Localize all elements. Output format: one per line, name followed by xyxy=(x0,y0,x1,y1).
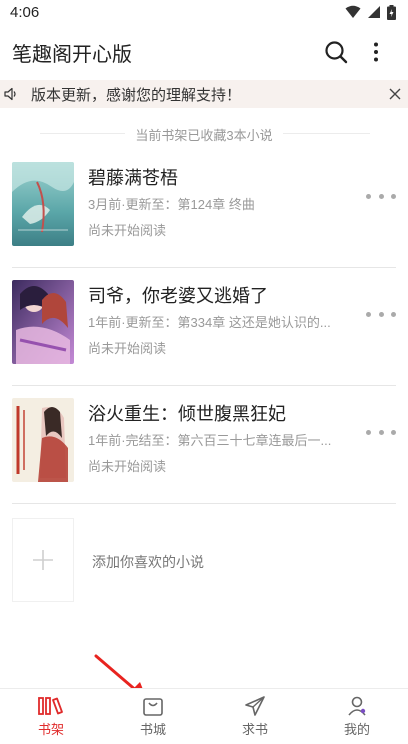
book-more-button[interactable] xyxy=(366,306,396,322)
book-more-button[interactable] xyxy=(366,188,396,204)
book-item[interactable]: 碧藤满苍梧 3月前·更新至：第124章 终曲 尚未开始阅读 xyxy=(12,150,396,268)
notice-close-button[interactable] xyxy=(382,80,408,108)
notice-marquee: 版本更新，感谢您的理解支持！ xyxy=(21,80,382,108)
shelf-summary: 当前书架已收藏3本小说 xyxy=(0,120,408,148)
app-bar: 笔趣阁开心版 xyxy=(0,24,408,80)
book-item[interactable]: 浴火重生：倾世腹黑狂妃 1年前·完结至：第六百三十七章连最后一... 尚未开始阅… xyxy=(12,386,396,504)
add-book-label: 添加你喜欢的小说 xyxy=(92,554,204,570)
book-read-status: 尚未开始阅读 xyxy=(88,459,167,474)
tab-label: 书架 xyxy=(37,721,64,737)
book-title: 碧藤满苍梧 xyxy=(88,168,178,188)
bottom-tab-bar: 书架 书城 求书 我的 xyxy=(0,688,408,744)
status-bar: 4:06 xyxy=(0,0,408,24)
book-update-info: 3月前·更新至：第124章 终曲 xyxy=(88,197,255,212)
tab-label: 书城 xyxy=(139,721,166,737)
search-icon xyxy=(325,41,348,64)
send-icon xyxy=(245,695,265,716)
book-more-button[interactable] xyxy=(366,424,396,440)
search-button[interactable] xyxy=(316,32,356,72)
user-icon xyxy=(348,696,366,716)
signal-icon xyxy=(368,6,380,18)
tab-bookstore[interactable]: 书城 xyxy=(102,689,204,744)
bag-icon xyxy=(143,697,163,716)
book-title: 浴火重生：倾世腹黑狂妃 xyxy=(88,404,286,424)
book-cover xyxy=(12,162,74,246)
status-icons xyxy=(345,4,396,20)
close-icon xyxy=(389,88,401,100)
book-cover xyxy=(12,280,74,364)
book-update-info: 1年前·完结至：第六百三十七章连最后一... xyxy=(88,433,332,448)
battery-icon xyxy=(387,4,396,20)
book-cover xyxy=(12,398,74,482)
app-title: 笔趣阁开心版 xyxy=(12,43,132,66)
book-item[interactable]: 司爷，你老婆又逃婚了 1年前·更新至：第334章 这还是她认识的... 尚未开始… xyxy=(12,268,396,386)
speaker-icon xyxy=(1,80,21,108)
tab-label: 我的 xyxy=(343,721,370,737)
tab-label: 求书 xyxy=(241,721,268,737)
book-read-status: 尚未开始阅读 xyxy=(88,341,167,356)
add-book-slot[interactable] xyxy=(12,518,74,602)
more-vertical-icon xyxy=(374,42,378,62)
plus-icon xyxy=(33,550,53,570)
notice-banner: 版本更新，感谢您的理解支持！ xyxy=(0,80,408,108)
notice-text: 版本更新，感谢您的理解支持！ xyxy=(31,86,242,104)
tab-request[interactable]: 求书 xyxy=(204,689,306,744)
tab-mine[interactable]: 我的 xyxy=(306,689,408,744)
book-update-info: 1年前·更新至：第334章 这还是她认识的... xyxy=(88,315,331,330)
book-title: 司爷，你老婆又逃婚了 xyxy=(88,286,268,306)
add-book-item[interactable]: 添加你喜欢的小说 xyxy=(12,518,396,604)
status-time: 4:06 xyxy=(10,3,40,21)
book-read-status: 尚未开始阅读 xyxy=(88,223,167,238)
more-menu-button[interactable] xyxy=(356,32,396,72)
tab-bookshelf[interactable]: 书架 xyxy=(0,689,102,744)
shelf-summary-text: 当前书架已收藏3本小说 xyxy=(125,124,283,144)
bookshelf-icon xyxy=(38,696,63,715)
wifi-icon xyxy=(345,5,361,18)
